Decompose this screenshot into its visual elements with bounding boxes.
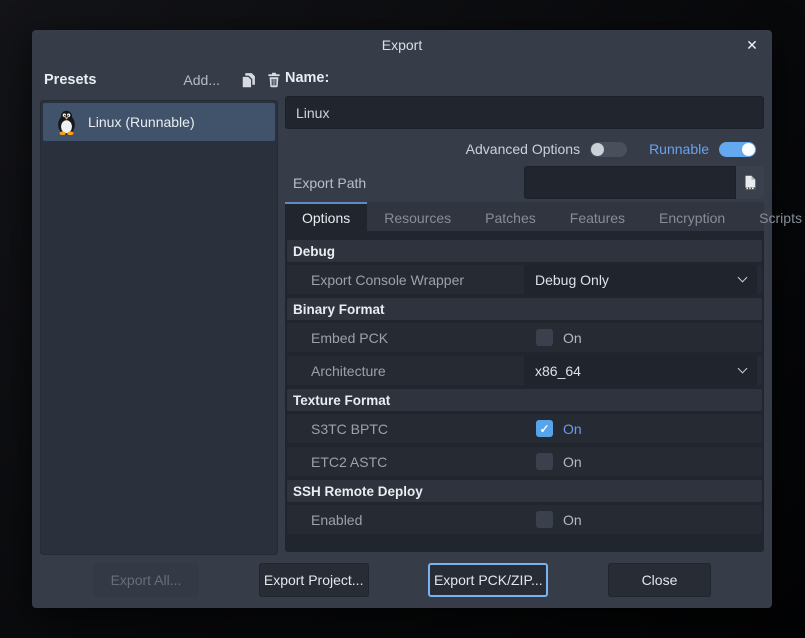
- tab-features[interactable]: Features: [553, 202, 642, 231]
- section-header-binary-format: Binary Format: [287, 298, 762, 320]
- export-project-button[interactable]: Export Project...: [259, 563, 369, 597]
- tab-resources[interactable]: Resources: [367, 202, 468, 231]
- export-path-label: Export Path: [293, 175, 524, 191]
- export-all-button: Export All...: [93, 563, 199, 597]
- close-icon[interactable]: ✕: [743, 36, 761, 54]
- prop-label-export-console-wrapper: Export Console Wrapper: [311, 272, 464, 288]
- section-header-ssh-remote-deploy: SSH Remote Deploy: [287, 480, 762, 502]
- tab-patches[interactable]: Patches: [468, 202, 553, 231]
- duplicate-preset-button[interactable]: [238, 70, 258, 90]
- tab-bar: OptionsResourcesPatchesFeaturesEncryptio…: [285, 202, 764, 231]
- chevron-down-icon: [738, 364, 748, 374]
- name-label: Name:: [285, 70, 329, 86]
- tab-scripts[interactable]: Scripts: [742, 202, 805, 231]
- checkbox-state-label: On: [563, 454, 582, 470]
- presets-header: Presets Add...: [44, 68, 284, 92]
- file-icon: [743, 175, 757, 190]
- prop-row-etc2-astc: ETC2 ASTC ✓ On: [287, 447, 762, 476]
- s3tc-bptc-checkbox[interactable]: ✓: [536, 420, 553, 437]
- prop-label-enabled: Enabled: [311, 512, 362, 528]
- prop-control: ✓ On: [524, 505, 757, 534]
- runnable-label: Runnable: [649, 141, 709, 157]
- prop-row-enabled: Enabled ✓ On: [287, 505, 762, 534]
- prop-row-architecture: Architecture x86_64: [287, 356, 762, 385]
- prop-control: Debug Only: [524, 265, 757, 294]
- preset-list: Linux (Runnable): [40, 100, 278, 555]
- dropdown-value: Debug Only: [535, 272, 609, 288]
- delete-preset-button[interactable]: [264, 70, 284, 90]
- export-path-row: Export Path: [285, 166, 764, 199]
- prop-row-export-console-wrapper: Export Console Wrapper Debug Only: [287, 265, 762, 294]
- prop-label-embed-pck: Embed PCK: [311, 330, 388, 346]
- export-path-input[interactable]: [524, 166, 736, 199]
- footer-buttons: Export All... Export Project... Export PCK…: [93, 563, 711, 597]
- preset-item-label: Linux (Runnable): [88, 114, 195, 130]
- toggle-knob: [591, 143, 604, 156]
- toggles-row: Advanced Options Runnable: [285, 138, 756, 160]
- enabled-checkbox[interactable]: ✓: [536, 511, 553, 528]
- presets-title: Presets: [44, 72, 96, 88]
- runnable-toggle[interactable]: [719, 142, 756, 157]
- options-tree: Debug Export Console Wrapper Debug Only Bin…: [285, 231, 764, 552]
- advanced-options-label: Advanced Options: [466, 141, 580, 157]
- export-dialog: Export ✕ Presets Add... Linux (Runnable)…: [32, 30, 772, 608]
- prop-label-architecture: Architecture: [311, 363, 386, 379]
- embed-pck-checkbox[interactable]: ✓: [536, 329, 553, 346]
- trash-icon: [266, 72, 282, 88]
- checkbox-state-label: On: [563, 512, 582, 528]
- dialog-title: Export: [32, 37, 772, 53]
- prop-control: ✓ On: [524, 323, 757, 352]
- tab-options[interactable]: Options: [285, 202, 367, 231]
- section-header-debug: Debug: [287, 240, 762, 262]
- prop-row-s3tc-bptc: S3TC BPTC ✓ On: [287, 414, 762, 443]
- export-pck-zip-button[interactable]: Export PCK/ZIP...: [428, 563, 548, 597]
- chevron-down-icon: [738, 273, 748, 283]
- section-header-texture-format: Texture Format: [287, 389, 762, 411]
- prop-label-etc2-astc: ETC2 ASTC: [311, 454, 387, 470]
- prop-control: x86_64: [524, 356, 757, 385]
- prop-row-embed-pck: Embed PCK ✓ On: [287, 323, 762, 352]
- etc2-astc-checkbox[interactable]: ✓: [536, 453, 553, 470]
- add-preset-button[interactable]: Add...: [183, 72, 220, 88]
- close-button[interactable]: Close: [608, 563, 711, 597]
- browse-path-button[interactable]: [736, 166, 764, 199]
- prop-control: ✓ On: [524, 447, 757, 476]
- advanced-options-toggle[interactable]: [590, 142, 627, 157]
- name-input[interactable]: [285, 96, 764, 129]
- checkbox-state-label: On: [563, 421, 582, 437]
- duplicate-icon: [240, 72, 257, 89]
- prop-label-s3tc-bptc: S3TC BPTC: [311, 421, 388, 437]
- export-console-wrapper-dropdown[interactable]: Debug Only: [524, 265, 757, 294]
- tab-encryption[interactable]: Encryption: [642, 202, 742, 231]
- dropdown-value: x86_64: [535, 363, 581, 379]
- linux-penguin-icon: [56, 110, 77, 135]
- architecture-dropdown[interactable]: x86_64: [524, 356, 757, 385]
- preset-item-linux-runnable[interactable]: Linux (Runnable): [43, 103, 275, 141]
- prop-control: ✓ On: [524, 414, 757, 443]
- toggle-knob: [742, 143, 755, 156]
- checkbox-state-label: On: [563, 330, 582, 346]
